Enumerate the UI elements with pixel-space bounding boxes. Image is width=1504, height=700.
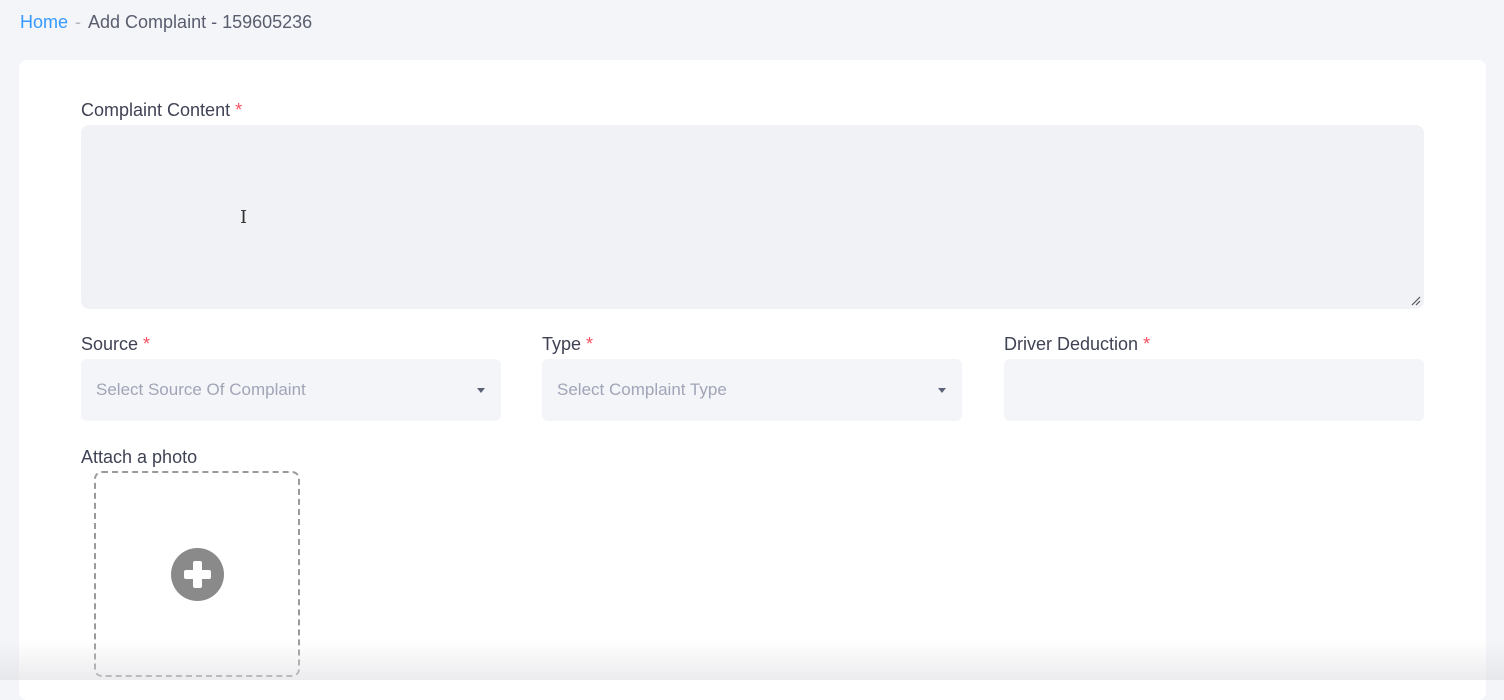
complaint-content-label: Complaint Content * [81,100,242,121]
source-label-text: Source [81,334,139,354]
required-mark: * [235,100,243,120]
attach-photo-label: Attach a photo [81,447,198,467]
complaint-content-textarea[interactable] [81,125,1424,309]
caret-down-icon [477,387,485,393]
source-label: Source * [81,334,150,355]
complaint-form-card: Complaint Content * I Source * Select Sour… [19,60,1486,700]
breadcrumb-home-link[interactable]: Home [20,12,68,33]
text-cursor-icon: I [240,207,248,228]
required-mark: * [1143,334,1151,354]
type-label-text: Type [542,334,582,354]
type-label: Type * [542,334,593,355]
source-select-placeholder: Select Source Of Complaint [96,380,306,399]
driver-deduction-label: Driver Deduction * [1004,334,1150,355]
resize-handle-icon[interactable] [1411,296,1421,306]
breadcrumb-separator: - [75,12,82,32]
caret-down-icon [938,387,946,393]
breadcrumb-current-page: Add Complaint - 159605236 [88,12,313,32]
driver-deduction-input[interactable] [1004,359,1424,421]
breadcrumb: Home - Add Complaint - 159605236 [20,12,312,33]
type-select-placeholder: Select Complaint Type [557,380,727,399]
source-select[interactable]: Select Source Of Complaint [81,359,501,421]
complaint-content-label-text: Complaint Content [81,100,231,120]
driver-deduction-label-text: Driver Deduction [1004,334,1139,354]
plus-circle-icon[interactable] [170,547,224,601]
required-mark: * [143,334,151,354]
photo-upload-box[interactable] [94,471,300,677]
required-mark: * [586,334,594,354]
type-select[interactable]: Select Complaint Type [542,359,962,421]
